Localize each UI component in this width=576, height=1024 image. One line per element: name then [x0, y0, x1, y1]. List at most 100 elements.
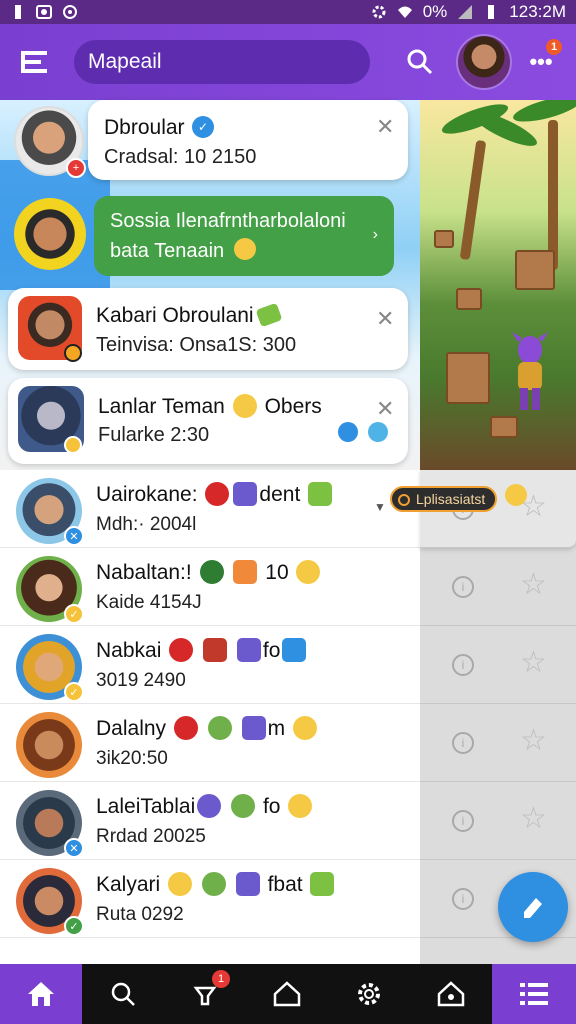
sync-icon — [63, 5, 77, 19]
more-button[interactable]: ••• 1 — [526, 39, 562, 77]
more-badge: 1 — [546, 39, 562, 55]
conversation-card[interactable]: Lanlar Teman Obers Fularke 2:30 ✕ — [8, 378, 408, 464]
star-icon[interactable]: ☆ — [520, 726, 547, 756]
avatar: ✕ — [16, 790, 84, 858]
message-line-2: bata Tenaain — [110, 240, 225, 262]
list-item[interactable]: ✕ Uairokane: dent Mdh:· 2004l ▼ — [0, 470, 420, 548]
contact-subtitle: Ruta 0292 — [96, 904, 184, 925]
contact-name: Nabaltan:! 10 — [96, 560, 322, 585]
close-icon[interactable]: ✕ — [376, 114, 394, 140]
settings-gear-icon — [372, 5, 386, 19]
nav-search[interactable] — [82, 964, 164, 1024]
avatar: ✓ — [16, 868, 84, 936]
list-icon — [520, 983, 548, 1005]
status-badge: ✓ — [64, 604, 84, 624]
list-item[interactable]: ✓ Kalyari fbat Ruta 0292 — [0, 860, 420, 938]
list-item[interactable]: ✓ Nabkai fo 3019 2490 — [0, 626, 420, 704]
emoji-icon — [234, 238, 256, 260]
status-badge: ✕ — [64, 526, 84, 546]
nav-home[interactable] — [0, 964, 82, 1024]
search-icon — [111, 982, 135, 1006]
nav-notifications[interactable]: 1 — [164, 964, 246, 1024]
app-bar: Mapeail ••• 1 — [0, 24, 576, 100]
emoji-icon — [505, 484, 527, 506]
avatar — [16, 712, 82, 778]
contact-list: ✕ Uairokane: dent Mdh:· 2004l ▼ ✓ Nabalt… — [0, 470, 420, 964]
contact-name: Kalyari fbat — [96, 872, 336, 897]
status-badge: ✓ — [64, 682, 84, 702]
card-subtitle: Cradsal: 10 2150 — [104, 146, 257, 168]
search-input[interactable]: Mapeail — [74, 40, 370, 84]
info-icon[interactable]: i — [452, 654, 474, 676]
conversation-card[interactable]: Dbroular ✓ Cradsal: 10 2150 ✕ — [88, 100, 408, 180]
row-actions: i ☆ — [420, 704, 576, 782]
status-badge — [64, 344, 82, 362]
star-icon[interactable]: ☆ — [520, 648, 547, 678]
tooltip: Lplisasiatst — [390, 486, 498, 512]
nav-house[interactable] — [246, 964, 328, 1024]
diamond-icon — [395, 491, 413, 509]
emoji-icon — [232, 394, 257, 418]
avatar[interactable] — [14, 198, 86, 270]
tooltip-text: Lplisasiatst — [416, 491, 486, 507]
share-icon — [368, 422, 388, 442]
card-title: Kabari Obroulani — [96, 304, 254, 327]
gear-icon — [358, 983, 380, 1005]
avatar[interactable]: + — [14, 106, 86, 178]
close-icon[interactable]: ✕ — [376, 306, 394, 332]
contact-name: Dalalny m — [96, 716, 319, 741]
card-subtitle: Fularke 2:30 — [98, 424, 210, 446]
list-item[interactable]: ✕ LaleiTablai fo Rrdad 20025 — [0, 782, 420, 860]
avatar: ✓ — [16, 556, 84, 624]
signal-icon — [458, 5, 473, 19]
star-icon[interactable]: ☆ — [520, 804, 547, 834]
message-line-1: Sossia Ilenafrntharbolaloni — [110, 210, 346, 232]
contact-subtitle: Rrdad 20025 — [96, 826, 206, 847]
menu-icon — [21, 51, 47, 73]
chevron-down-icon[interactable]: ▼ — [374, 500, 386, 514]
info-icon[interactable]: i — [452, 810, 474, 832]
star-icon[interactable]: ☆ — [520, 570, 547, 600]
avatar: ✓ — [16, 634, 84, 702]
contact-name: Uairokane: dent — [96, 482, 334, 507]
card-title: Dbroular — [104, 116, 185, 139]
info-icon[interactable]: i — [452, 576, 474, 598]
info-icon[interactable]: i — [452, 888, 474, 910]
info-icon[interactable]: i — [452, 732, 474, 754]
contact-subtitle: Mdh:· 2004l — [96, 514, 197, 535]
conversation-card[interactable]: Kabari Obroulani Teinvisa: Onsa1S: 300 ✕ — [8, 288, 408, 370]
row-actions: i ☆ — [420, 626, 576, 704]
status-bar: 0% 123:2M — [0, 0, 576, 24]
clock: 123:2M — [509, 2, 566, 21]
menu-button[interactable] — [18, 46, 50, 78]
search-button[interactable] — [404, 46, 436, 78]
search-text: Mapeail — [88, 50, 162, 73]
contact-subtitle: Kaide 4154J — [96, 592, 202, 613]
game-character — [512, 332, 548, 410]
notification-badge: 1 — [212, 970, 230, 988]
avatar: ✕ — [16, 478, 84, 546]
home-icon — [28, 982, 54, 1006]
list-item[interactable]: Dalalny m 3ik20:50 — [0, 704, 420, 782]
contact-subtitle: 3ik20:50 — [96, 748, 168, 769]
status-badge: ✓ — [64, 916, 84, 936]
card-subtitle: Teinvisa: Onsa1S: 300 — [96, 334, 297, 356]
notification-icon — [15, 5, 21, 19]
status-badge — [64, 436, 82, 454]
profile-avatar[interactable] — [456, 34, 512, 90]
community-icon — [437, 981, 465, 1007]
game-scene-image — [420, 100, 576, 470]
contact-name: LaleiTablai fo — [96, 794, 314, 819]
message-bubble[interactable]: Sossia Ilenafrntharbolaloni bata Tenaain… — [94, 196, 394, 276]
list-item[interactable]: ✓ Nabaltan:! 10 Kaide 4154J — [0, 548, 420, 626]
chevron-right-icon: › — [372, 226, 378, 243]
row-actions: i ☆ — [420, 782, 576, 860]
status-badge: ✕ — [64, 838, 84, 858]
nav-community[interactable] — [410, 964, 492, 1024]
nav-settings[interactable] — [328, 964, 410, 1024]
nav-list[interactable] — [492, 964, 576, 1024]
compose-button[interactable] — [498, 872, 568, 942]
wifi-icon — [397, 6, 412, 18]
close-icon[interactable]: ✕ — [376, 396, 394, 422]
card-title: Lanlar Teman Obers — [98, 394, 322, 418]
